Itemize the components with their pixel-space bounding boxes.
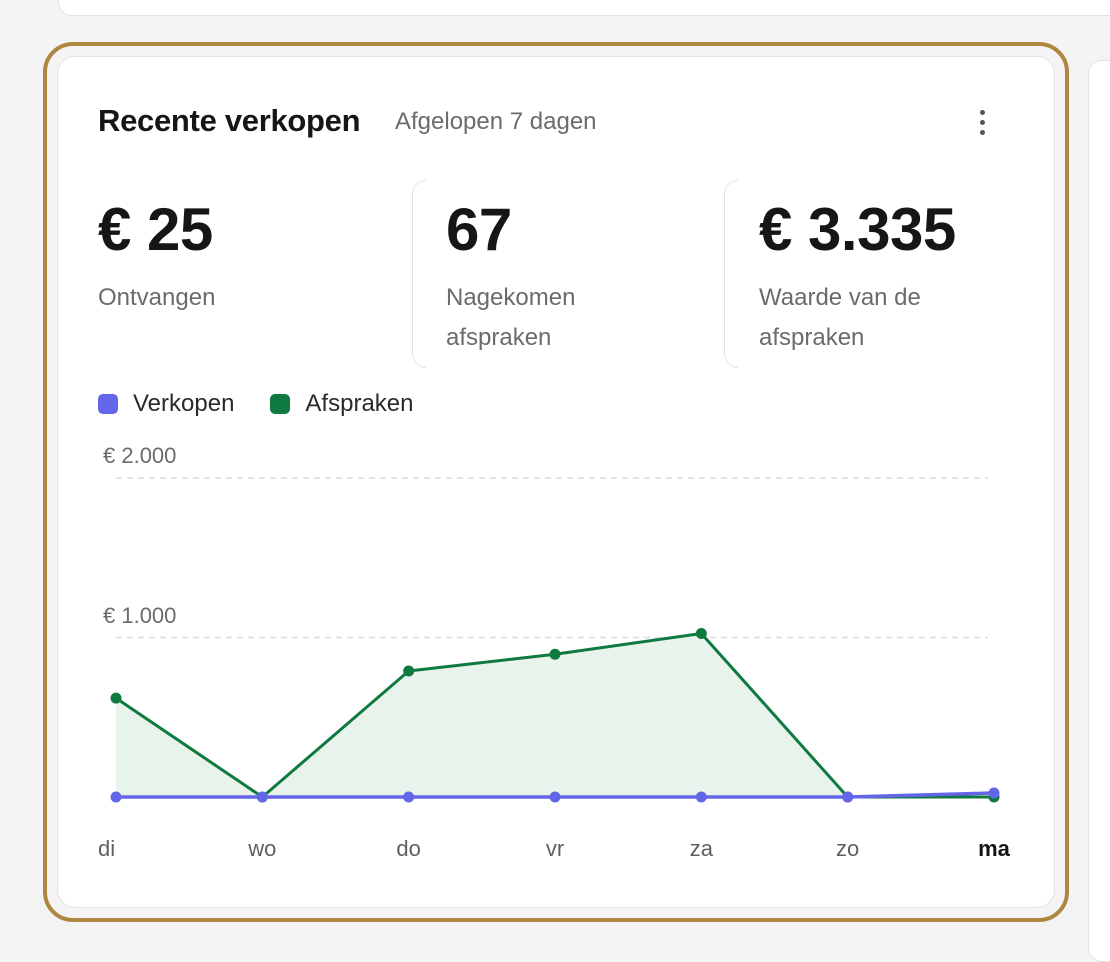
- verkopen-point: [549, 791, 561, 803]
- afspraken-point: [110, 692, 122, 704]
- verkopen-point: [110, 791, 122, 803]
- verkopen-point: [842, 791, 854, 803]
- verkopen-point: [695, 791, 707, 803]
- afspraken-point: [695, 628, 707, 640]
- afspraken-point: [549, 648, 561, 660]
- verkopen-point: [256, 791, 268, 803]
- afspraken-point: [403, 665, 415, 677]
- sales-chart: [110, 477, 1000, 803]
- verkopen-point: [988, 787, 1000, 799]
- verkopen-point: [403, 791, 415, 803]
